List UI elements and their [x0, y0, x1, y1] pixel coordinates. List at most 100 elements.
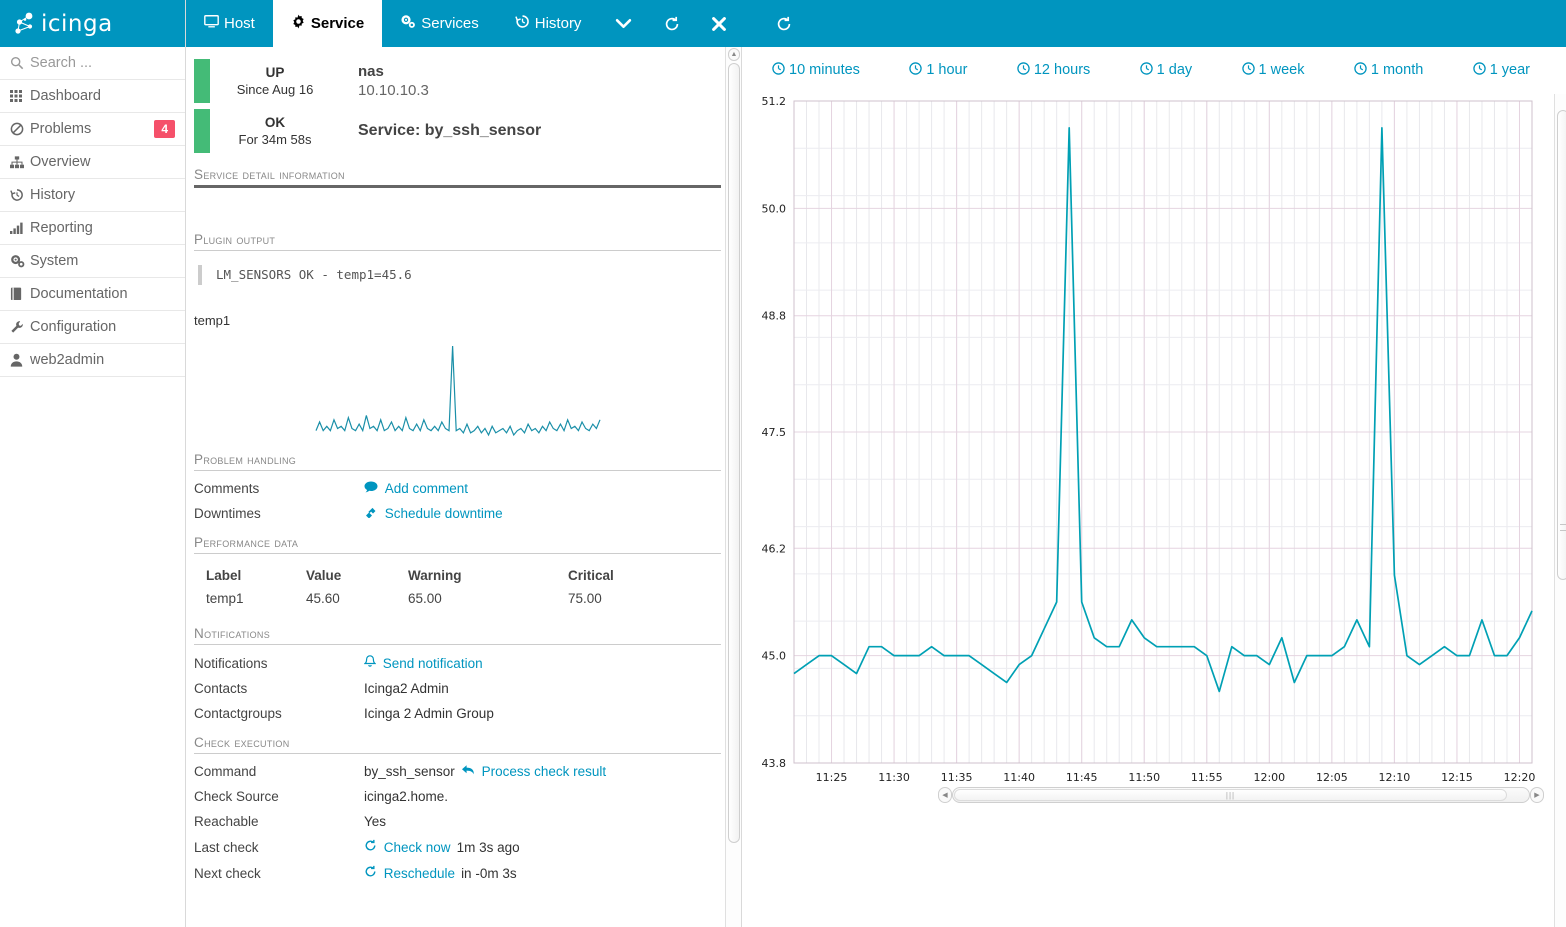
temperature-chart-svg: 43.8 45.0 46.2 47.5 48.8 50.0 51.2 11:25 11:30 11… [762, 95, 1536, 784]
icinga-logo[interactable]: icinga [12, 11, 113, 37]
tab-spacer [742, 0, 760, 47]
chart-horizontal-scrollbar[interactable]: ◀ ||| ▶ [938, 785, 1544, 805]
comment-icon [364, 481, 382, 496]
timerange-1-hour[interactable]: 1 hour [909, 61, 968, 79]
timerange-10-minutes[interactable]: 10 minutes [772, 61, 860, 79]
sidebar-item-user[interactable]: web2admin [0, 344, 185, 377]
bell-icon [363, 655, 380, 671]
refresh-button[interactable] [648, 0, 696, 47]
scroll-up-arrow[interactable]: ▲ [728, 48, 740, 61]
detail-scroll-thumb[interactable] [728, 63, 740, 843]
temperature-chart[interactable]: 43.8 45.0 46.2 47.5 48.8 50.0 51.2 11:25 11:30 11… [742, 93, 1542, 818]
clock-icon [772, 61, 785, 79]
page-scroll-thumb[interactable] [1557, 110, 1566, 580]
page-scrollbar[interactable] [1554, 94, 1566, 927]
timerange-1-day[interactable]: 1 day [1139, 61, 1192, 79]
host-state-indicator [194, 59, 210, 103]
tab-dropdown-button[interactable] [599, 0, 648, 47]
sidebar-item-system[interactable]: System [0, 245, 185, 278]
sidebar-item-history[interactable]: History [0, 179, 185, 212]
tab-host[interactable]: Host [186, 0, 273, 47]
book-icon [10, 287, 30, 301]
detail-pane-scrollbar[interactable]: ▲ [725, 47, 741, 927]
host-status-row[interactable]: UP Since Aug 16 nas 10.10.10.3 [194, 59, 721, 103]
check-now-link[interactable]: Check now [364, 839, 451, 855]
sidebar-label: Dashboard [30, 88, 101, 104]
col-critical: Critical [568, 568, 614, 583]
search-icon [10, 56, 30, 70]
contactgroups-row: Contactgroups Icinga 2 Admin Group [194, 706, 721, 721]
add-comment-label: Add comment [384, 481, 469, 496]
process-check-result-link[interactable]: Process check result [461, 764, 606, 779]
service-detail-content: UP Since Aug 16 nas 10.10.10.3 OK For 34… [186, 47, 741, 927]
sidebar-logo-area[interactable]: icinga [0, 0, 185, 47]
svg-text:12:10: 12:10 [1379, 771, 1411, 784]
service-detail-pane: UP Since Aug 16 nas 10.10.10.3 OK For 34… [186, 47, 742, 927]
tab-service[interactable]: Service [272, 0, 383, 47]
last-check-time: 1m 3s ago [456, 840, 520, 855]
check-source-row: Check Source icinga2.home. [194, 789, 721, 804]
add-comment-link[interactable]: Add comment [364, 481, 468, 496]
ban-icon [10, 122, 30, 136]
host-meta: nas 10.10.10.3 [358, 63, 429, 99]
sidebar-item-reporting[interactable]: Reporting [0, 212, 185, 245]
sitemap-icon [10, 155, 30, 169]
sidebar-item-overview[interactable]: Overview [0, 146, 185, 179]
last-check-label: Last check [194, 840, 259, 855]
search-input[interactable]: Search ... [0, 47, 185, 80]
sidebar-item-dashboard[interactable]: Dashboard [0, 80, 185, 113]
schedule-downtime-link[interactable]: Schedule downtime [364, 506, 503, 521]
send-notification-link[interactable]: Send notification [363, 655, 483, 671]
refresh-button-secondary[interactable] [760, 0, 808, 47]
sidebar-item-configuration[interactable]: Configuration [0, 311, 185, 344]
check-now-label: Check now [383, 840, 451, 855]
clock-icon [1017, 61, 1030, 79]
reschedule-link[interactable]: Reschedule [364, 865, 455, 881]
hscroll-thumb[interactable]: ||| [954, 789, 1507, 801]
contacts-row: Contacts Icinga2 Admin [194, 681, 721, 696]
tab-services[interactable]: Services [382, 0, 497, 47]
sidebar-item-documentation[interactable]: Documentation [0, 278, 185, 311]
hscroll-track[interactable]: ||| [952, 787, 1530, 803]
cell-warning: 65.00 [408, 591, 442, 606]
timerange-label: 1 year [1489, 62, 1530, 78]
gear-icon [291, 14, 306, 33]
inline-graph-label: temp1 [194, 313, 231, 328]
timerange-12-hours[interactable]: 12 hours [1017, 61, 1090, 79]
plugin-output-text: LM_SENSORS OK - temp1=45.6 [198, 265, 721, 285]
hscroll-right-arrow[interactable]: ▶ [1530, 787, 1544, 803]
sidebar-item-problems[interactable]: Problems 4 [0, 113, 185, 146]
cell-value: 45.60 [306, 591, 340, 606]
comments-row: Comments Add comment [194, 481, 721, 496]
notifications-heading: Notifications [194, 626, 270, 641]
timerange-1-year[interactable]: 1 year [1472, 61, 1530, 79]
timerange-label: 1 hour [926, 62, 968, 78]
tab-history-label: History [534, 15, 582, 32]
contactgroups-value[interactable]: Icinga 2 Admin Group [364, 706, 494, 721]
service-status-row[interactable]: OK For 34m 58s Service: by_ssh_sensor [194, 109, 721, 153]
host-name[interactable]: nas [358, 63, 429, 80]
icinga-web-app: icinga Search ... Dashboard Problems 4 O… [0, 0, 1566, 927]
timerange-label: 1 week [1258, 62, 1305, 78]
next-check-label: Next check [194, 866, 261, 881]
reply-icon [461, 764, 479, 779]
plugin-output-divider [194, 250, 721, 251]
notifications-divider [194, 644, 721, 645]
command-value: by_ssh_sensor [364, 764, 455, 779]
tab-history[interactable]: History [497, 0, 600, 47]
inline-sparkline[interactable] [194, 328, 721, 438]
tab-host-label: Host [224, 15, 255, 32]
close-button[interactable] [696, 0, 742, 47]
check-execution-heading: Check execution [194, 735, 290, 750]
sidebar-label: Configuration [30, 319, 117, 335]
hscroll-left-arrow[interactable]: ◀ [938, 787, 952, 803]
contacts-value[interactable]: Icinga2 Admin [364, 681, 449, 696]
svg-text:11:45: 11:45 [1066, 771, 1098, 784]
timerange-1-week[interactable]: 1 week [1241, 61, 1305, 79]
timerange-1-month[interactable]: 1 month [1354, 61, 1423, 79]
sparkline-svg [314, 345, 601, 437]
refresh-icon [364, 865, 381, 881]
schedule-downtime-label: Schedule downtime [384, 506, 503, 521]
tab-service-label: Service [310, 15, 365, 32]
svg-text:12:20: 12:20 [1504, 771, 1536, 784]
